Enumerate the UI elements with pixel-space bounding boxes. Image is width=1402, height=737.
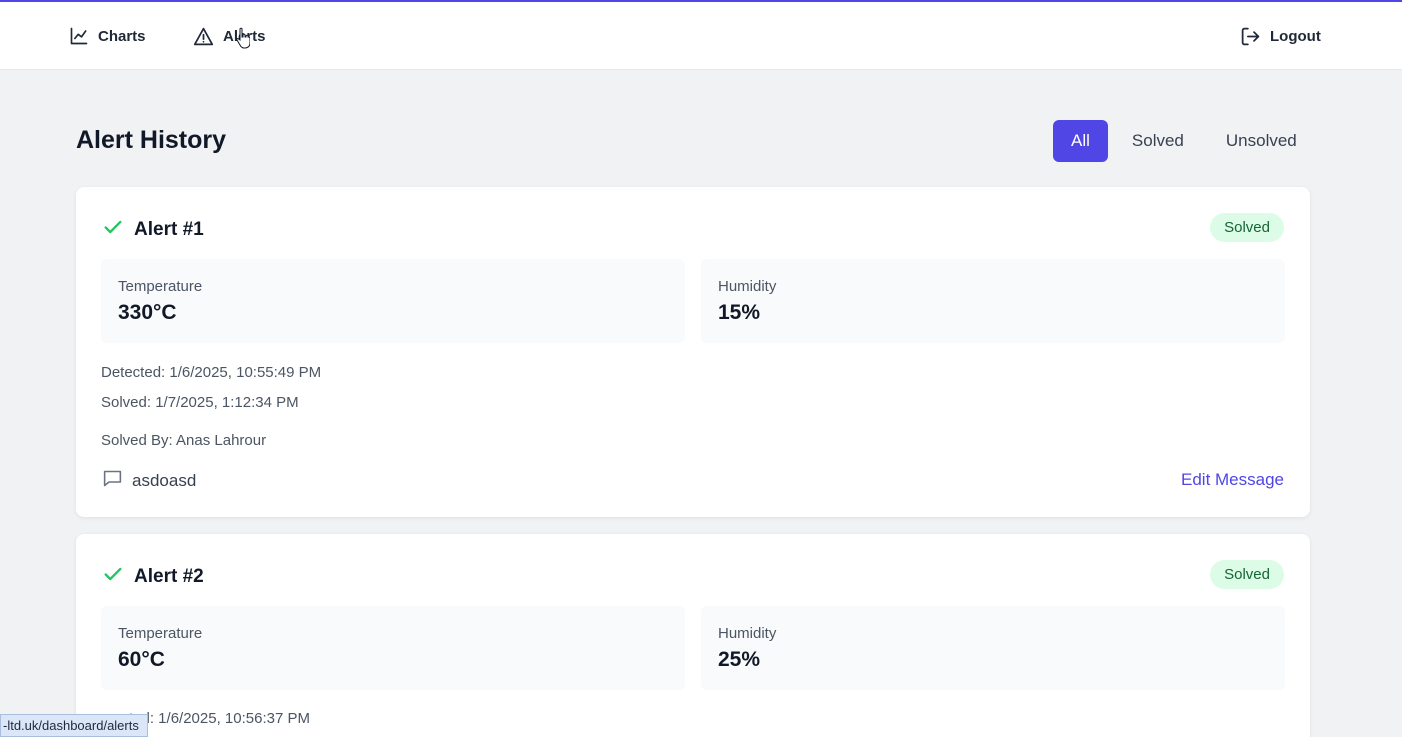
humidity-panel: Humidity 15% <box>701 259 1285 343</box>
temperature-panel: Temperature 60°C <box>101 606 685 690</box>
logout-label: Logout <box>1270 27 1321 45</box>
alert-card: Alert #1 Solved Temperature 330°C Humidi… <box>76 187 1310 517</box>
alert-filter-group: All Solved Unsolved <box>1053 120 1315 162</box>
humidity-value: 25% <box>718 648 761 671</box>
checkmark-icon <box>102 563 124 590</box>
nav-charts-link[interactable]: Charts <box>69 2 146 70</box>
temperature-label: Temperature <box>118 278 203 295</box>
edit-message-button[interactable]: Edit Message <box>1181 470 1284 490</box>
solved-by: Solved By: Anas Lahrour <box>101 432 267 449</box>
logout-button[interactable]: Logout <box>1240 2 1321 70</box>
filter-all-button[interactable]: All <box>1053 120 1108 162</box>
alert-title: Alert #2 <box>134 565 204 587</box>
temperature-value: 60°C <box>118 648 165 671</box>
humidity-label: Humidity <box>718 278 777 295</box>
message-text: asdoasd <box>132 471 197 490</box>
nav-charts-label: Charts <box>98 27 146 45</box>
alert-message: asdoasd <box>102 468 196 494</box>
temperature-panel: Temperature 330°C <box>101 259 685 343</box>
alert-card-header: Alert #2 <box>102 563 204 590</box>
warning-triangle-icon <box>193 26 214 47</box>
humidity-label: Humidity <box>718 625 777 642</box>
status-badge: Solved <box>1210 213 1284 242</box>
browser-status-url: -ltd.uk/dashboard/alerts <box>0 714 148 737</box>
alert-card: Alert #2 Solved Temperature 60°C Humidit… <box>76 534 1310 737</box>
page-title: Alert History <box>76 126 227 154</box>
temperature-value: 330°C <box>118 301 177 324</box>
nav-alerts-link[interactable]: Alerts <box>193 2 266 70</box>
humidity-value: 15% <box>718 301 761 324</box>
detected-time: ted: 1/6/2025, 10:56:37 PM <box>129 710 310 727</box>
message-bubble-icon <box>102 468 123 494</box>
alert-card-header: Alert #1 <box>102 216 204 243</box>
filter-solved-button[interactable]: Solved <box>1114 120 1202 162</box>
detected-time: Detected: 1/6/2025, 10:55:49 PM <box>101 364 322 381</box>
checkmark-icon <box>102 216 124 243</box>
top-navbar: Charts Alerts Logout <box>0 2 1402 70</box>
alert-title: Alert #1 <box>134 218 204 240</box>
hand-cursor-icon <box>236 27 251 54</box>
status-badge: Solved <box>1210 560 1284 589</box>
line-chart-icon <box>69 26 89 46</box>
humidity-panel: Humidity 25% <box>701 606 1285 690</box>
logout-icon <box>1240 26 1261 47</box>
filter-unsolved-button[interactable]: Unsolved <box>1208 120 1315 162</box>
temperature-label: Temperature <box>118 625 203 642</box>
solved-time: Solved: 1/7/2025, 1:12:34 PM <box>101 394 299 411</box>
